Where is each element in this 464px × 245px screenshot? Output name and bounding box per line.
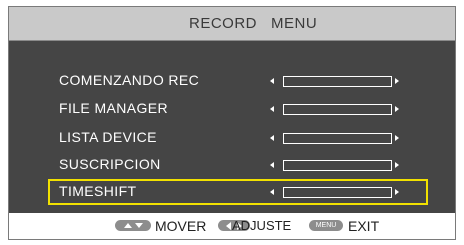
menu-item-lista-device[interactable]: LISTA DEVICE xyxy=(48,125,428,151)
value-bar xyxy=(283,160,392,171)
arrow-right-icon[interactable] xyxy=(395,162,399,168)
value-slider[interactable] xyxy=(270,104,401,115)
exit-hint: EXIT xyxy=(348,218,380,234)
title-bar: RECORD MENU xyxy=(9,7,455,41)
menu-item-label: TIMESHIFT xyxy=(59,183,137,199)
menu-item-label: FILE MANAGER xyxy=(59,100,169,116)
menu-item-timeshift[interactable]: TIMESHIFT xyxy=(48,179,428,205)
arrow-right-icon[interactable] xyxy=(395,106,399,112)
menu-title-word1: RECORD xyxy=(189,15,258,32)
value-slider[interactable] xyxy=(270,187,401,198)
arrow-right-icon[interactable] xyxy=(395,135,399,141)
menu-title-word2: MENU xyxy=(271,15,318,32)
value-slider[interactable] xyxy=(270,76,401,87)
value-bar xyxy=(283,133,392,144)
value-slider[interactable] xyxy=(270,133,401,144)
record-menu-window: RECORD MENU COMENZANDO REC FILE MANAGER … xyxy=(8,6,456,240)
up-down-keys-icon xyxy=(115,220,151,231)
value-bar xyxy=(283,76,392,87)
value-slider[interactable] xyxy=(270,160,401,171)
value-bar xyxy=(283,104,392,115)
menu-item-file-manager[interactable]: FILE MANAGER xyxy=(48,96,428,122)
arrow-left-icon[interactable] xyxy=(270,78,274,84)
arrow-left-icon[interactable] xyxy=(270,162,274,168)
move-hint: MOVER xyxy=(155,218,207,234)
adjust-hint: ADJUSTE xyxy=(232,218,292,233)
arrow-right-icon[interactable] xyxy=(395,78,399,84)
arrow-left-icon[interactable] xyxy=(270,106,274,112)
footer-help-bar: MOVER ADJUSTE MENU EXIT xyxy=(9,214,455,239)
menu-panel: COMENZANDO REC FILE MANAGER LISTA DEVICE xyxy=(9,41,455,213)
arrow-left-icon[interactable] xyxy=(270,189,274,195)
menu-item-suscripcion[interactable]: SUSCRIPCION xyxy=(48,152,428,178)
arrow-left-icon[interactable] xyxy=(270,135,274,141)
menu-key-icon: MENU xyxy=(309,220,343,231)
menu-item-label: SUSCRIPCION xyxy=(59,156,161,172)
value-bar xyxy=(283,187,392,198)
menu-item-comenzando-rec[interactable]: COMENZANDO REC xyxy=(48,68,428,94)
menu-item-label: LISTA DEVICE xyxy=(59,129,157,145)
menu-item-label: COMENZANDO REC xyxy=(59,72,200,88)
arrow-right-icon[interactable] xyxy=(395,189,399,195)
